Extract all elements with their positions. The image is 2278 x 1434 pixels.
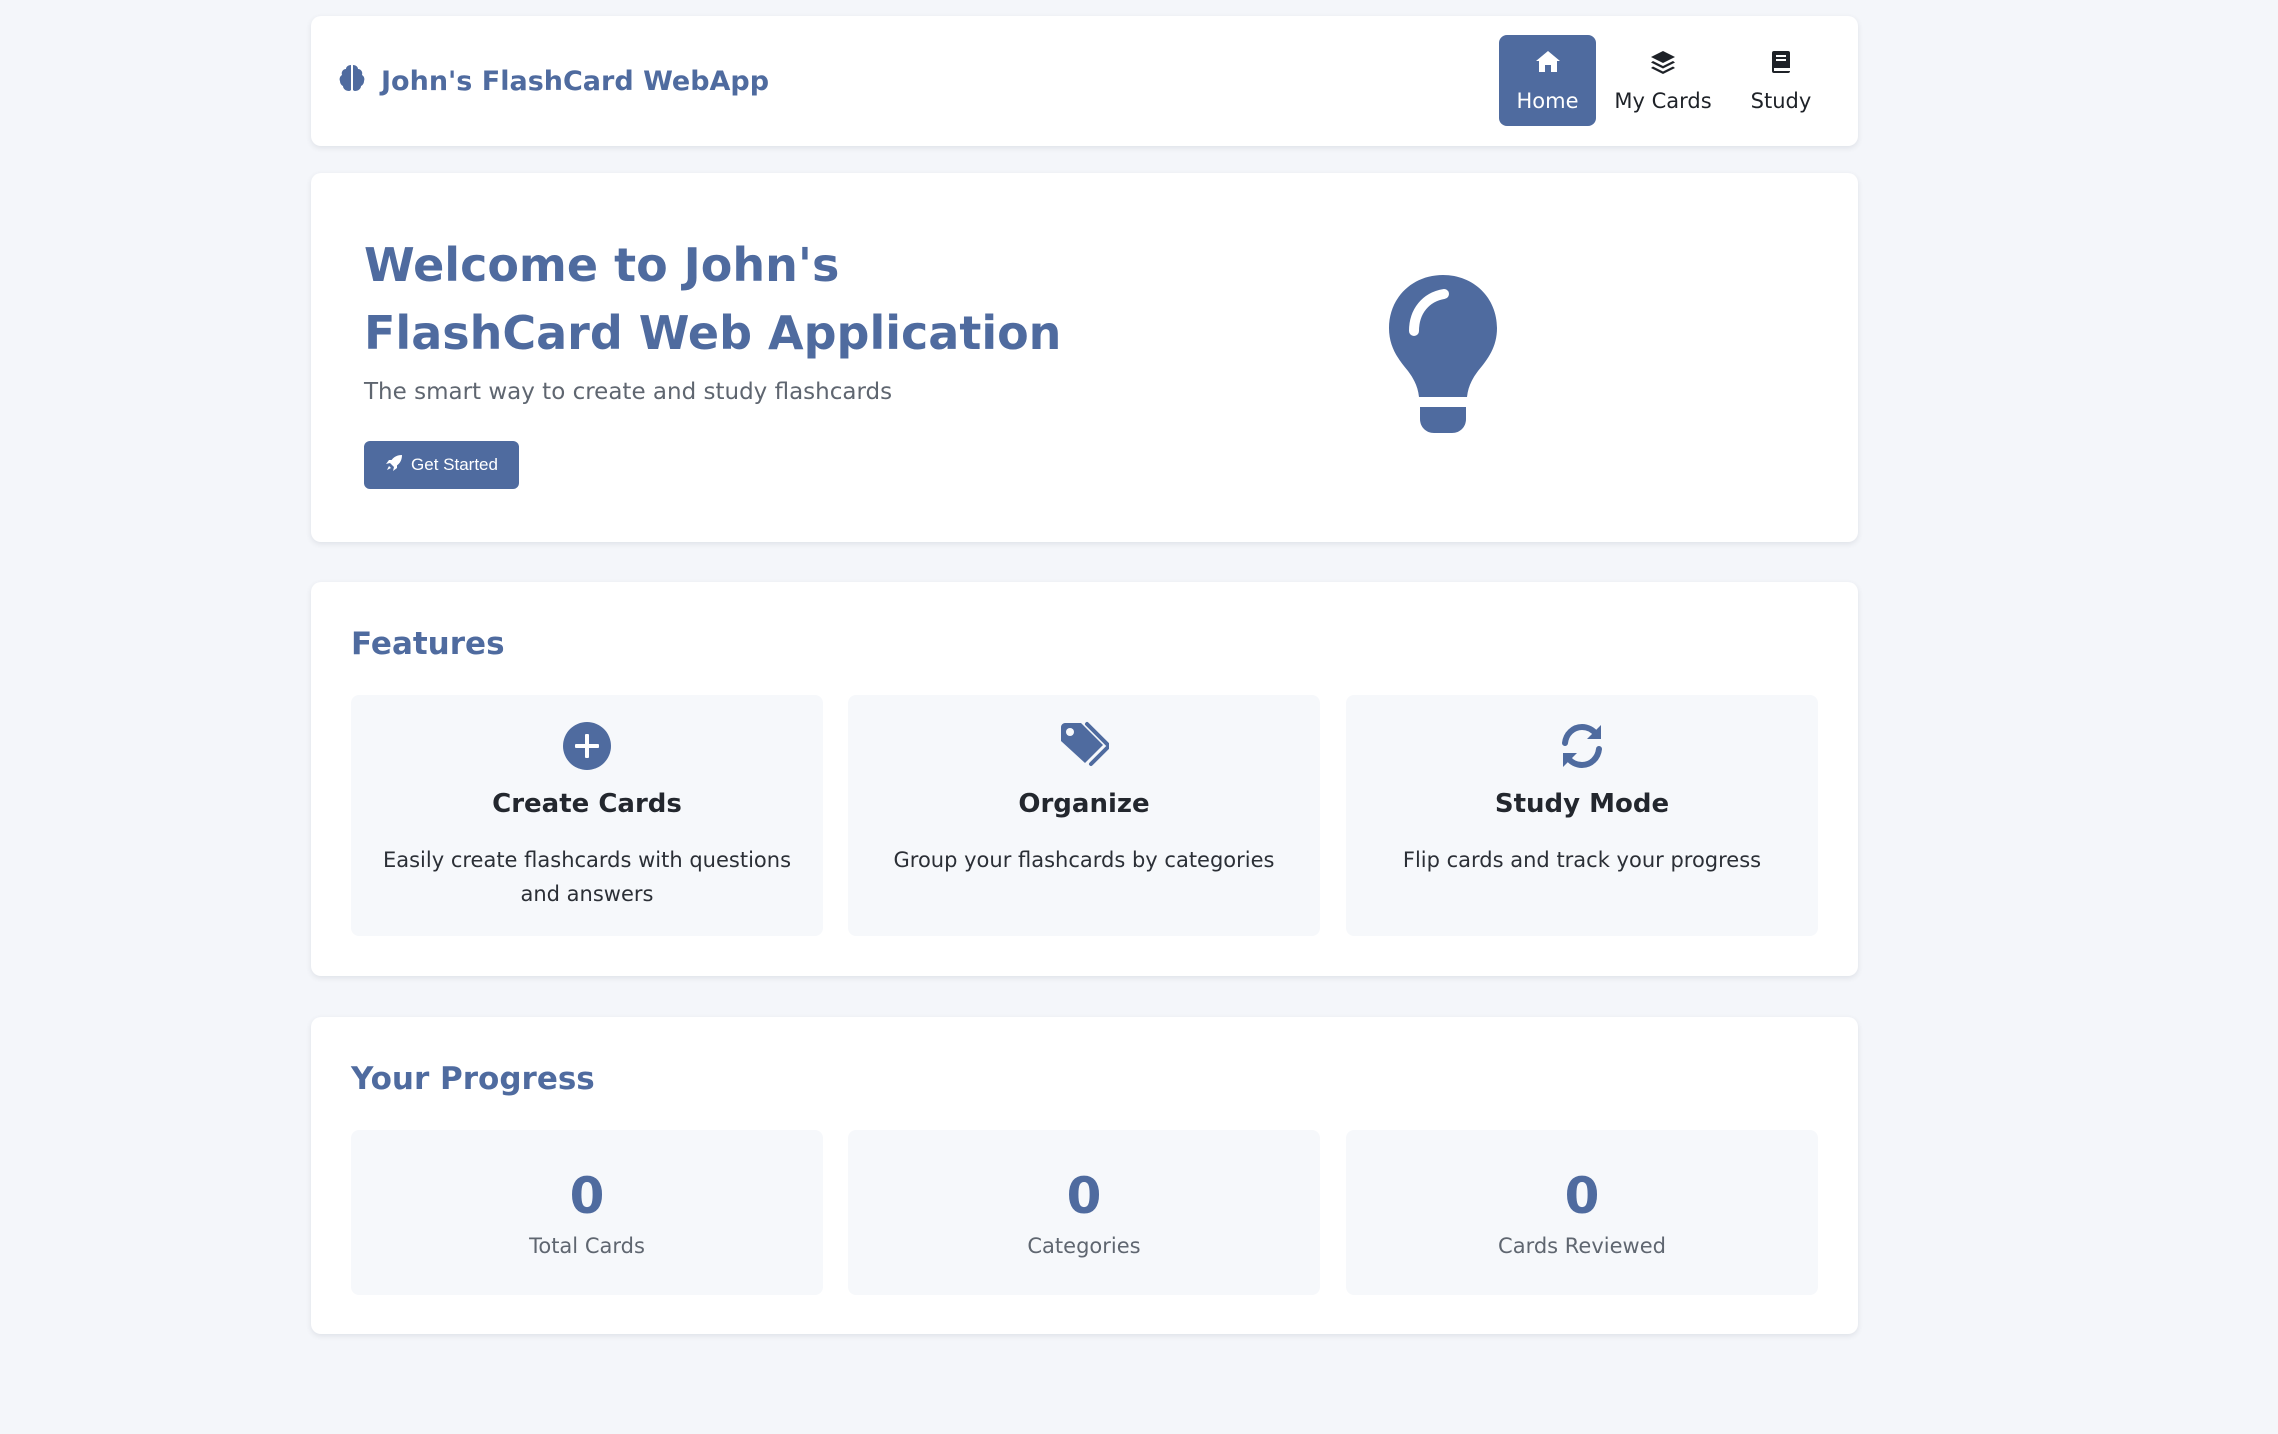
hero-subtitle: The smart way to create and study flashc…: [364, 379, 893, 405]
tags-icon: [848, 721, 1320, 771]
rocket-icon: [385, 454, 403, 477]
get-started-button[interactable]: Get Started: [364, 441, 519, 489]
book-icon: [1767, 48, 1795, 81]
sync-icon: [1346, 721, 1818, 771]
plus-circle-icon: [351, 721, 823, 771]
stat-label: Total Cards: [529, 1234, 645, 1258]
nav-item-home[interactable]: Home: [1499, 35, 1596, 126]
feature-title: Study Mode: [1494, 789, 1670, 819]
feature-card-organize: Organize Group your flashcards by catego…: [848, 695, 1320, 936]
nav-item-label: My Cards: [1614, 89, 1712, 113]
stat-card-cards-reviewed: 0 Cards Reviewed: [1346, 1130, 1818, 1295]
stat-value: 0: [1066, 1167, 1102, 1225]
get-started-label: Get Started: [411, 455, 498, 474]
feature-title: Organize: [1018, 789, 1150, 819]
stat-card-total-cards: 0 Total Cards: [351, 1130, 823, 1295]
brand-name: John's FlashCard WebApp: [381, 65, 770, 97]
main-nav: Home My Cards Study: [1499, 35, 1832, 126]
stat-value: 0: [569, 1167, 605, 1225]
feature-card-create: Create Cards Easily create flashcards wi…: [351, 695, 823, 936]
features-section: Features Create Cards Easily create flas…: [311, 582, 1858, 976]
feature-title: Create Cards: [492, 789, 682, 819]
feature-description: Easily create flashcards with questions …: [382, 848, 792, 906]
section-title: Your Progress: [351, 1061, 595, 1097]
progress-section: Your Progress 0 Total Cards 0 Categories…: [311, 1017, 1858, 1334]
stat-label: Categories: [1027, 1234, 1141, 1258]
header-bar: John's FlashCard WebApp Home My Cards St…: [311, 16, 1858, 146]
section-title: Features: [351, 626, 505, 662]
nav-item-my-cards[interactable]: My Cards: [1606, 35, 1720, 126]
stat-label: Cards Reviewed: [1498, 1234, 1666, 1258]
hero-section: Welcome to John's FlashCard Web Applicat…: [311, 173, 1858, 542]
layers-icon: [1649, 48, 1677, 81]
feature-description: Flip cards and track your progress: [1402, 848, 1762, 872]
nav-item-label: Home: [1516, 89, 1579, 113]
nav-item-study[interactable]: Study: [1730, 35, 1832, 126]
brain-icon: [335, 61, 369, 102]
home-icon: [1534, 48, 1562, 81]
nav-item-label: Study: [1750, 89, 1812, 113]
stat-value: 0: [1564, 1167, 1600, 1225]
feature-description: Group your flashcards by categories: [893, 848, 1275, 872]
hero-title: Welcome to John's FlashCard Web Applicat…: [364, 238, 1062, 360]
feature-card-study-mode: Study Mode Flip cards and track your pro…: [1346, 695, 1818, 936]
brand[interactable]: John's FlashCard WebApp: [335, 16, 769, 146]
stat-card-categories: 0 Categories: [848, 1130, 1320, 1295]
